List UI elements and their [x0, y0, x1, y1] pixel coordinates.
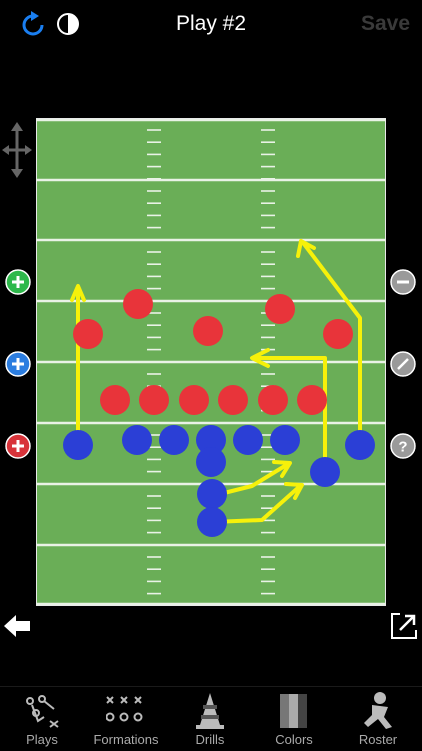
defender[interactable] — [123, 289, 153, 319]
add-blue-button[interactable] — [5, 351, 31, 377]
back-arrow-icon[interactable] — [4, 614, 32, 638]
tab-plays-label: Plays — [26, 732, 58, 747]
offensive-player[interactable] — [63, 430, 93, 460]
defender[interactable] — [73, 319, 103, 349]
tab-roster[interactable]: Roster — [336, 687, 420, 751]
tab-drills[interactable]: Drills — [168, 687, 252, 751]
tab-formations[interactable]: Formations — [84, 687, 168, 751]
offensive-player[interactable] — [159, 425, 189, 455]
draw-line-button[interactable] — [390, 351, 416, 377]
page-title: Play #2 — [175, 12, 247, 35]
add-red-button[interactable] — [5, 433, 31, 459]
move-icon[interactable] — [2, 122, 32, 178]
offensive-player[interactable] — [270, 425, 300, 455]
offensive-player[interactable] — [233, 425, 263, 455]
offensive-player[interactable] — [345, 430, 375, 460]
offensive-player[interactable] — [197, 507, 227, 537]
remove-button[interactable] — [390, 269, 416, 295]
defender[interactable] — [258, 385, 288, 415]
help-button[interactable]: ? — [390, 433, 416, 459]
tab-colors[interactable]: Colors — [252, 687, 336, 751]
tab-formations-label: Formations — [93, 732, 159, 747]
defender[interactable] — [179, 385, 209, 415]
offensive-player[interactable] — [122, 425, 152, 455]
tab-roster-label: Roster — [358, 732, 398, 747]
tab-bar: Plays Formations Drills Colors Roster — [0, 686, 422, 751]
tab-plays[interactable]: Plays — [0, 687, 84, 751]
plays-icon — [26, 695, 59, 728]
roster-icon — [364, 692, 392, 729]
football-field[interactable] — [36, 118, 386, 606]
defender[interactable] — [100, 385, 130, 415]
defender[interactable] — [297, 385, 327, 415]
offensive-player[interactable] — [197, 479, 227, 509]
offensive-player[interactable] — [196, 447, 226, 477]
tab-drills-label: Drills — [195, 732, 225, 747]
formations-icon — [106, 696, 143, 722]
defender[interactable] — [218, 385, 248, 415]
svg-text:?: ? — [398, 439, 407, 456]
top-bar: Play #2 Save — [0, 0, 422, 50]
save-button[interactable]: Save — [361, 12, 410, 36]
defender[interactable] — [193, 316, 223, 346]
defender[interactable] — [139, 385, 169, 415]
drills-icon — [196, 693, 224, 729]
export-icon[interactable] — [390, 612, 418, 640]
offensive-player[interactable] — [310, 457, 340, 487]
add-green-button[interactable] — [5, 269, 31, 295]
defender[interactable] — [265, 294, 295, 324]
defender[interactable] — [323, 319, 353, 349]
colors-icon — [280, 694, 307, 728]
tab-colors-label: Colors — [275, 732, 313, 747]
